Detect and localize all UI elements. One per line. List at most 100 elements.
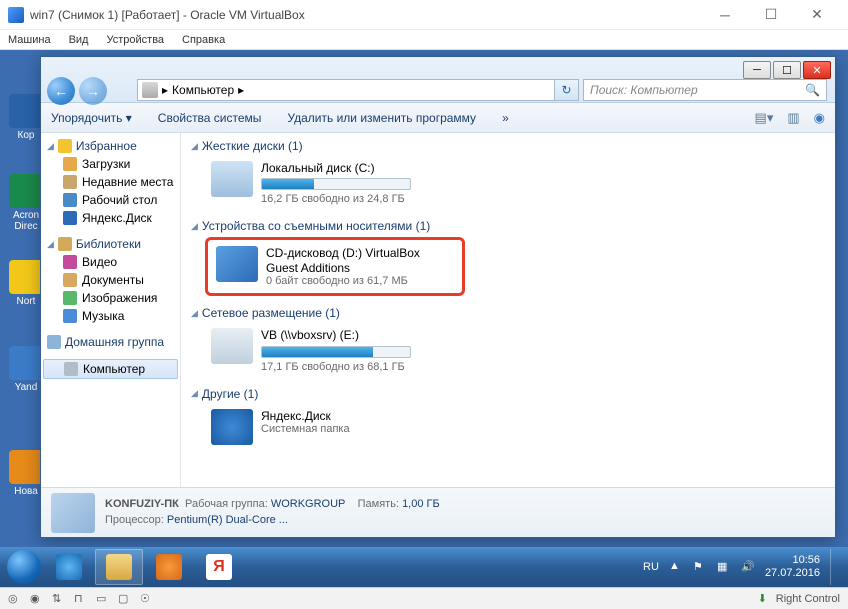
documents-icon (63, 273, 77, 287)
explorer-chrome: ─ ☐ ✕ ← → ▸ Компьютер ▸ ↻ Поиск: Компьют… (41, 57, 835, 103)
folder-icon (106, 554, 132, 580)
taskbar-yandex[interactable]: Я (195, 549, 243, 585)
details-pane: KONFUZIY-ПК Рабочая группа: WORKGROUP Па… (41, 487, 835, 537)
preview-pane-button[interactable]: ▥ (787, 110, 799, 126)
tray-clock[interactable]: 10:56 27.07.2016 (765, 554, 820, 580)
breadcrumb[interactable]: Компьютер (172, 83, 234, 97)
video-icon (63, 255, 77, 269)
vb-hostkey-icon: ⬇ (758, 592, 772, 606)
vb-display-icon: ▢ (118, 592, 132, 606)
taskbar: Я RU ▲ ⚑ ▦ 🔊 10:56 27.07.2016 (0, 547, 848, 587)
explorer-content: ◢Жесткие диски (1) Локальный диск (С:) 1… (181, 133, 835, 487)
sidebar-item-desktop[interactable]: Рабочий стол (41, 191, 180, 209)
vb-cd-icon: ◉ (30, 592, 44, 606)
sidebar-item-computer[interactable]: Компьютер (43, 359, 178, 379)
explorer-window: ─ ☐ ✕ ← → ▸ Компьютер ▸ ↻ Поиск: Компьют… (40, 56, 836, 538)
tray-volume-icon[interactable]: 🔊 (741, 560, 755, 574)
help-button[interactable]: ◉ (814, 110, 825, 126)
start-button[interactable] (4, 547, 44, 587)
sidebar-item-downloads[interactable]: Загрузки (41, 155, 180, 173)
sidebar-favorites-head[interactable]: ◢Избранное (41, 137, 180, 155)
taskbar-ie[interactable] (45, 549, 93, 585)
guest-desktop: Кор Acron Direc Nort Yand Нова ─ ☐ ✕ ← →… (0, 50, 848, 587)
address-bar[interactable]: ▸ Компьютер ▸ (137, 79, 555, 101)
pictures-icon (63, 291, 77, 305)
taskbar-wmp[interactable] (145, 549, 193, 585)
vb-titlebar[interactable]: win7 (Снимок 1) [Работает] - Oracle VM V… (0, 0, 848, 30)
search-icon: 🔍 (805, 83, 820, 97)
category-hard-disks[interactable]: ◢Жесткие диски (1) (191, 139, 825, 153)
vb-minimize-button[interactable]: ─ (702, 0, 748, 30)
show-desktop-button[interactable] (830, 549, 838, 585)
vb-close-button[interactable]: ✕ (794, 0, 840, 30)
music-icon (63, 309, 77, 323)
vb-net-icon: ⇅ (52, 592, 66, 606)
category-other[interactable]: ◢Другие (1) (191, 387, 825, 401)
downloads-icon (63, 157, 77, 171)
vb-usb-icon: ⊓ (74, 592, 88, 606)
sidebar-homegroup[interactable]: Домашняя группа (41, 333, 180, 351)
wmp-icon (156, 554, 182, 580)
toolbar-organize[interactable]: Упорядочить ▾ (51, 111, 132, 125)
virtualbox-window: win7 (Снимок 1) [Работает] - Oracle VM V… (0, 0, 848, 609)
drive-cd-guest-additions[interactable]: CD-дисковод (D:) VirtualBox Guest Additi… (205, 237, 465, 296)
usage-bar (261, 178, 411, 190)
vb-maximize-button[interactable]: ☐ (748, 0, 794, 30)
taskbar-explorer[interactable] (95, 549, 143, 585)
menu-devices[interactable]: Устройства (106, 34, 164, 46)
search-input[interactable]: Поиск: Компьютер 🔍 (583, 79, 827, 101)
toolbar-properties[interactable]: Свойства системы (158, 111, 262, 125)
nav-back-button[interactable]: ← (47, 77, 75, 105)
ie-icon (56, 554, 82, 580)
explorer-sidebar: ◢Избранное Загрузки Недавние места Рабоч… (41, 133, 181, 487)
search-placeholder: Поиск: Компьютер (590, 83, 698, 97)
desktop-icon (63, 193, 77, 207)
sidebar-item-documents[interactable]: Документы (41, 271, 180, 289)
tray-action-center-icon[interactable]: ⚑ (693, 560, 707, 574)
sidebar-item-music[interactable]: Музыка (41, 307, 180, 325)
explorer-toolbar: Упорядочить ▾ Свойства системы Удалить и… (41, 103, 835, 133)
cd-vbox-icon (216, 246, 258, 282)
network-drive-icon (211, 328, 253, 364)
drive-network-vb[interactable]: VB (\\vboxsrv) (E:) 17,1 ГБ свободно из … (205, 324, 465, 376)
explorer-maximize-button[interactable]: ☐ (773, 61, 801, 79)
vb-statusbar: ◎ ◉ ⇅ ⊓ ▭ ▢ ☉ ⬇ Right Control (0, 587, 848, 609)
nav-forward-button[interactable]: → (79, 77, 107, 105)
vb-hdd-icon: ◎ (8, 592, 22, 606)
refresh-button[interactable]: ↻ (555, 79, 579, 101)
view-mode-button[interactable]: ▤▾ (755, 110, 774, 126)
yandex-disk-icon (63, 211, 77, 225)
computer-large-icon (51, 493, 95, 533)
explorer-close-button[interactable]: ✕ (803, 61, 831, 79)
category-removable[interactable]: ◢Устройства со съемными носителями (1) (191, 219, 825, 233)
computer-icon (142, 82, 158, 98)
computer-name: KONFUZIY-ПК (105, 498, 179, 510)
drive-local-c[interactable]: Локальный диск (С:) 16,2 ГБ свободно из … (205, 157, 465, 209)
sidebar-libraries-head[interactable]: ◢Библиотеки (41, 235, 180, 253)
tray-lang[interactable]: RU (643, 561, 659, 573)
category-network[interactable]: ◢Сетевое размещение (1) (191, 306, 825, 320)
toolbar-more[interactable]: » (502, 111, 509, 125)
sidebar-item-yandex[interactable]: Яндекс.Диск (41, 209, 180, 227)
vb-hostkey-label: Right Control (776, 593, 840, 605)
vb-menubar: Машина Вид Устройства Справка (0, 30, 848, 50)
menu-view[interactable]: Вид (69, 34, 89, 46)
vb-app-icon (8, 7, 24, 23)
drive-yandex-disk[interactable]: Яндекс.Диск Системная папка (205, 405, 465, 449)
sidebar-item-recent[interactable]: Недавние места (41, 173, 180, 191)
explorer-minimize-button[interactable]: ─ (743, 61, 771, 79)
toolbar-uninstall[interactable]: Удалить или изменить программу (287, 111, 476, 125)
tray-network-icon[interactable]: ▦ (717, 560, 731, 574)
tray-flag-icon[interactable]: ▲ (669, 560, 683, 574)
menu-help[interactable]: Справка (182, 34, 225, 46)
yandex-icon: Я (206, 554, 232, 580)
menu-machine[interactable]: Машина (8, 34, 51, 46)
sidebar-item-videos[interactable]: Видео (41, 253, 180, 271)
sidebar-item-pictures[interactable]: Изображения (41, 289, 180, 307)
yandex-disk-icon (211, 409, 253, 445)
star-icon (58, 139, 72, 153)
hdd-icon (211, 161, 253, 197)
recent-icon (63, 175, 77, 189)
homegroup-icon (47, 335, 61, 349)
libraries-icon (58, 237, 72, 251)
